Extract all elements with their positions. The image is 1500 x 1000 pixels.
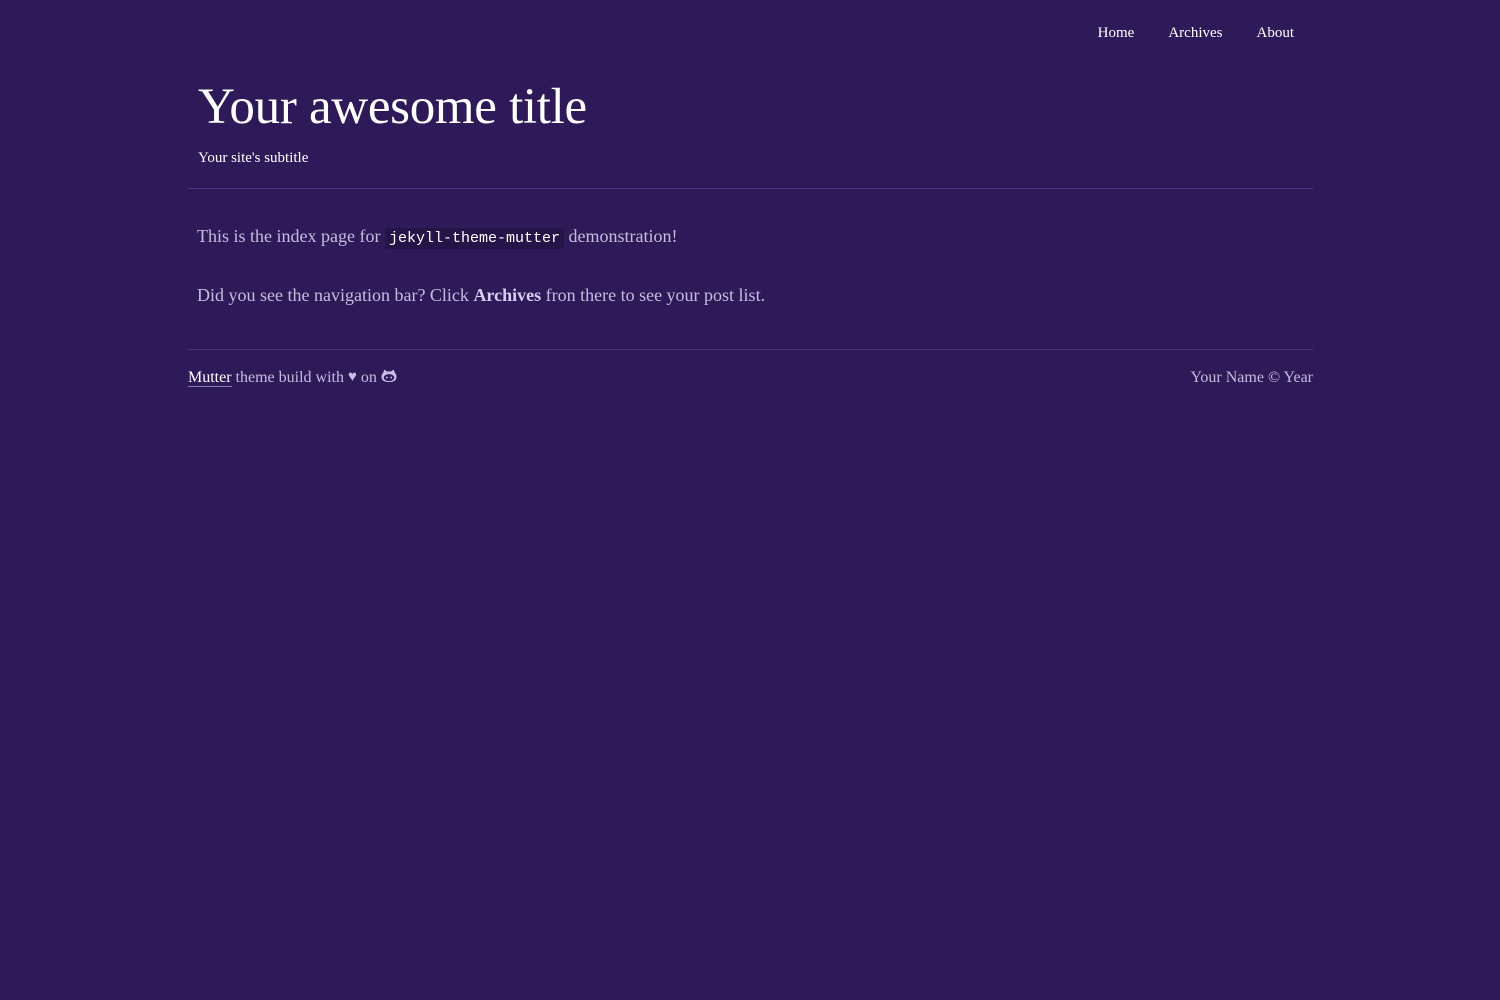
navigation-text-prefix: Did you see the navigation bar? Click — [197, 285, 469, 305]
footer-on-text: on — [360, 369, 377, 386]
site-footer: Mutter theme build with ♥ on Your Name ©… — [188, 366, 1313, 390]
site-title: Your awesome title — [198, 79, 587, 135]
github-octocat-icon[interactable] — [381, 369, 397, 383]
navigation-paragraph: Did you see the navigation bar? Click Ar… — [188, 281, 1313, 309]
main-content: This is the index page for jekyll-theme-… — [188, 222, 1313, 309]
copyright-text: Your Name © Year — [1190, 369, 1313, 386]
site-header: Your awesome title Your site's subtitle — [188, 78, 1313, 167]
footer-credit: Mutter theme build with ♥ on — [188, 366, 397, 390]
mutter-theme-link[interactable]: Mutter — [188, 369, 232, 387]
top-navigation: Home Archives About — [1064, 24, 1294, 42]
archives-emphasis: Archives — [473, 285, 542, 305]
nav-home-link[interactable]: Home — [1098, 24, 1135, 42]
footer-divider — [188, 349, 1313, 350]
intro-text-prefix: This is the index page for — [197, 226, 381, 246]
page: Home Archives About Your awesome title Y… — [0, 0, 1500, 1000]
intro-text-suffix: demonstration! — [568, 226, 678, 246]
site-subtitle: Your site's subtitle — [198, 150, 309, 166]
nav-about-link[interactable]: About — [1257, 24, 1295, 42]
heart-icon: ♥ — [347, 369, 357, 385]
intro-paragraph: This is the index page for jekyll-theme-… — [188, 222, 1313, 253]
footer-build-text: theme build with — [235, 369, 344, 386]
header-divider — [188, 188, 1313, 189]
nav-archives-link[interactable]: Archives — [1168, 24, 1222, 42]
theme-code: jekyll-theme-mutter — [384, 228, 564, 249]
navigation-text-suffix: fron there to see your post list. — [545, 285, 766, 305]
